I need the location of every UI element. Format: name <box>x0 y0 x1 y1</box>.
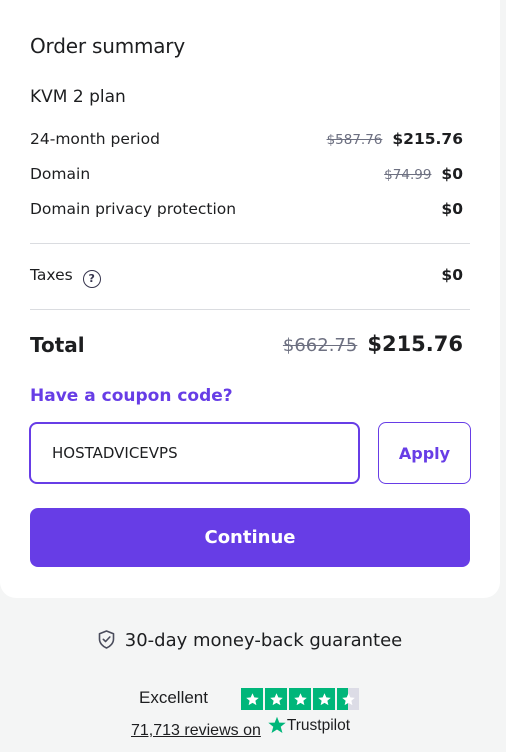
trustpilot-brand: Trustpilot <box>286 716 351 734</box>
star-icon <box>241 688 263 710</box>
guarantee-text: 30-day money-back guarantee <box>124 630 403 651</box>
coupon-code-link[interactable]: Have a coupon code? <box>30 386 233 406</box>
period-price-group: $587.76 $215.76 <box>327 130 463 148</box>
taxes-price-group: $0 <box>441 266 463 284</box>
trustpilot-star-icon <box>268 716 286 734</box>
trustpilot-rating-text: Excellent <box>139 688 208 707</box>
shield-check-icon <box>98 630 115 649</box>
reviews-count: 71,713 <box>131 722 180 739</box>
trustpilot-reviews: 71,713 reviews on Trustpilot <box>131 716 350 740</box>
trustpilot-reviews-link[interactable]: 71,713 reviews on <box>131 722 261 739</box>
total-label: Total <box>30 333 85 357</box>
period-price: $215.76 <box>392 130 463 148</box>
taxes-label: Taxes <box>30 266 73 284</box>
continue-button[interactable]: Continue <box>30 508 470 567</box>
money-back-guarantee: 30-day money-back guarantee <box>0 630 500 651</box>
total-old-price: $662.75 <box>282 335 358 356</box>
order-summary-title: Order summary <box>30 34 185 58</box>
trustpilot-logo: Trustpilot <box>267 716 350 735</box>
domain-label: Domain <box>30 165 91 183</box>
privacy-price-group: $0 <box>441 200 463 218</box>
total-price-group: $662.75 $215.76 <box>283 332 463 356</box>
divider <box>30 309 470 310</box>
period-old-price: $587.76 <box>326 132 383 148</box>
privacy-label: Domain privacy protection <box>30 200 237 218</box>
star-icon <box>313 688 335 710</box>
apply-coupon-button[interactable]: Apply <box>378 422 471 484</box>
domain-price-group: $74.99 $0 <box>384 165 463 183</box>
star-icon <box>265 688 287 710</box>
star-icon <box>289 688 311 710</box>
order-summary-card: Order summary KVM 2 plan 24-month period… <box>0 0 500 598</box>
trustpilot-stars <box>241 688 359 710</box>
reviews-text: reviews on <box>184 722 261 739</box>
taxes-row: Taxes? <box>30 266 101 288</box>
help-icon[interactable]: ? <box>82 270 101 288</box>
coupon-input[interactable] <box>29 422 360 484</box>
total-price: $215.76 <box>367 332 463 356</box>
taxes-price: $0 <box>441 266 463 284</box>
privacy-price: $0 <box>441 200 463 218</box>
plan-name: KVM 2 plan <box>30 87 126 107</box>
divider <box>30 243 470 244</box>
domain-old-price: $74.99 <box>384 167 432 183</box>
domain-price: $0 <box>441 165 463 183</box>
half-star-icon <box>337 688 359 710</box>
period-label: 24-month period <box>30 130 160 148</box>
